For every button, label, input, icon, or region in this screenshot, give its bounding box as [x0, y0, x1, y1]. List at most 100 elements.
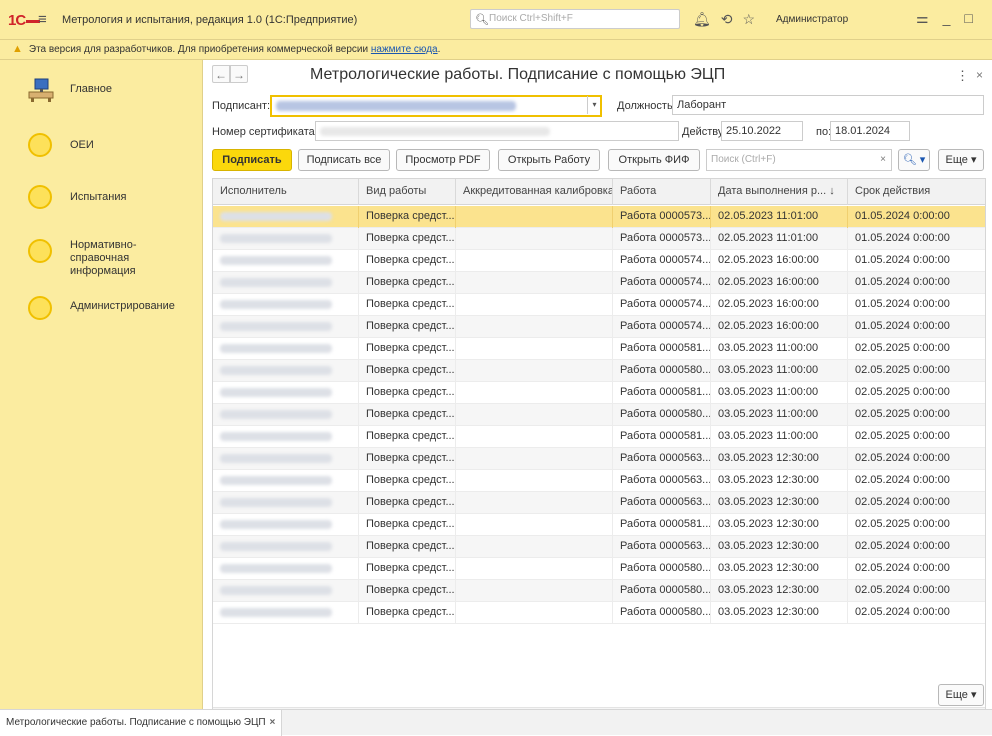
table-row[interactable]: Поверка средст... Работа 0000563... 03.05.… [213, 536, 985, 558]
table-row[interactable]: Поверка средст... Работа 0000563... 03.05.… [213, 470, 985, 492]
back-arrow-icon[interactable]: ← [212, 65, 230, 83]
cell-work-type: Поверка средст... [359, 316, 456, 338]
cell-accredited [456, 228, 613, 250]
column-valid[interactable]: Срок действия [848, 179, 985, 205]
executor-redacted [220, 607, 332, 617]
home-desk-icon [28, 78, 54, 102]
open-fif-button[interactable]: Открыть ФИФ [608, 149, 700, 171]
sidebar-item-label: Главное [70, 83, 113, 95]
cell-date: 03.05.2023 11:00:00 [711, 360, 848, 382]
column-executor[interactable]: Исполнитель [213, 179, 359, 205]
forward-arrow-icon[interactable]: → [230, 65, 248, 83]
cell-work-type: Поверка средст... [359, 426, 456, 448]
executor-redacted [220, 299, 332, 309]
signer-field[interactable] [270, 95, 602, 117]
more-button[interactable]: Еще ▾ [938, 149, 984, 171]
table-row[interactable]: Поверка средст... Работа 0000573... 02.05.… [213, 206, 985, 228]
table-row[interactable]: Поверка средст... Работа 0000574... 02.05.… [213, 316, 985, 338]
column-accredited[interactable]: Аккредитованная калибровка [456, 179, 613, 205]
cell-accredited [456, 404, 613, 426]
table-search-input[interactable]: Поиск (Ctrl+F) [706, 149, 892, 171]
bell-icon[interactable]: 🔔︎ [693, 11, 711, 27]
table-row[interactable]: Поверка средст... Работа 0000580... 03.05.… [213, 580, 985, 602]
cell-valid: 02.05.2024 0:00:00 [855, 474, 950, 486]
current-user[interactable]: Администратор [776, 14, 848, 25]
maximize-icon[interactable]: □ [964, 10, 972, 26]
open-window-tab[interactable]: Метрологические работы. Подписание с пом… [0, 710, 283, 736]
cell-executor [213, 470, 359, 492]
table-row[interactable]: Поверка средст... Работа 0000581... 03.05.… [213, 338, 985, 360]
more-bottom-button[interactable]: Еще ▾ [938, 684, 984, 706]
table-row[interactable]: Поверка средст... Работа 0000581... 03.05.… [213, 426, 985, 448]
column-date[interactable]: Дата выполнения р... ↓ [711, 179, 848, 205]
cell-executor [213, 360, 359, 382]
section-circle-icon [28, 185, 52, 209]
sidebar-item-admin[interactable]: Администрирование [0, 292, 203, 332]
table-row[interactable]: Поверка средст... Работа 0000580... 03.05.… [213, 404, 985, 426]
column-work[interactable]: Работа [613, 179, 711, 205]
cell-date: 03.05.2023 12:30:00 [711, 514, 848, 536]
section-circle-icon [28, 239, 52, 263]
cell-work: Работа 0000574... [613, 272, 711, 294]
form-menu-icon[interactable]: ⋮ [956, 68, 969, 84]
cell-work: Работа 0000563... [613, 492, 711, 514]
tab-close-icon[interactable]: × [270, 717, 276, 728]
table-row[interactable]: Поверка средст... Работа 0000580... 03.05.… [213, 558, 985, 580]
valid-from-field[interactable]: 25.10.2022 [721, 121, 803, 141]
sign-all-button[interactable]: Подписать все [298, 149, 390, 171]
valid-to-field[interactable]: 18.01.2024 [830, 121, 910, 141]
cell-work: Работа 0000574... [613, 294, 711, 316]
table-row[interactable]: Поверка средст... Работа 0000573... 02.05.… [213, 228, 985, 250]
table-row[interactable]: Поверка средст... Работа 0000574... 02.05.… [213, 272, 985, 294]
table-header: Исполнитель Вид работы Аккредитованная к… [213, 179, 985, 205]
clear-search-icon[interactable]: × [874, 149, 892, 171]
table-row[interactable]: Поверка средст... Работа 0000574... 02.05.… [213, 294, 985, 316]
chevron-down-icon[interactable]: ▾ [587, 96, 601, 114]
sidebar-item-oei[interactable]: ОЕИ [0, 128, 203, 168]
history-icon[interactable]: ⟲ [721, 11, 733, 27]
form-close-icon[interactable]: × [976, 68, 983, 82]
position-field[interactable]: Лаборант [672, 95, 984, 115]
cell-work: Работа 0000573... [613, 228, 711, 250]
star-icon[interactable]: ☆ [743, 11, 756, 27]
sidebar-item-reference[interactable]: Нормативно-справочная информация [0, 236, 203, 277]
sign-button[interactable]: Подписать [212, 149, 292, 171]
cell-work-type: Поверка средст... [359, 250, 456, 272]
executor-redacted [220, 585, 332, 595]
executor-redacted [220, 233, 332, 243]
cell-date: 03.05.2023 11:00:00 [711, 338, 848, 360]
executor-redacted [220, 497, 332, 507]
app-logo[interactable]: 1С [8, 12, 41, 29]
open-work-button[interactable]: Открыть Работу [498, 149, 600, 171]
minimize-icon[interactable]: _ [943, 10, 951, 26]
sidebar-item-tests[interactable]: Испытания [0, 180, 203, 220]
table-row[interactable]: Поверка средст... Работа 0000563... 03.05.… [213, 448, 985, 470]
sidebar-item-label: Нормативно-справочная информация [70, 239, 137, 277]
table-row[interactable]: Поверка средст... Работа 0000580... 03.05.… [213, 360, 985, 382]
cert-field[interactable] [315, 121, 679, 141]
settings-menu-icon[interactable]: ⚌ [916, 10, 929, 26]
sidebar-item-main[interactable]: Главное [0, 70, 203, 110]
table-row[interactable]: Поверка средст... Работа 0000581... 03.05.… [213, 382, 985, 404]
column-work-type[interactable]: Вид работы [359, 179, 456, 205]
warning-text: Эта версия для разработчиков. Для приобр… [28, 44, 369, 55]
cell-date: 02.05.2023 11:01:00 [711, 206, 848, 228]
cell-work: Работа 0000574... [613, 316, 711, 338]
purchase-link[interactable]: нажмите сюда [371, 44, 438, 55]
global-search-input[interactable]: 🔍︎ Поиск Ctrl+Shift+F [470, 9, 680, 29]
executor-redacted [220, 343, 332, 353]
cell-work: Работа 0000581... [613, 514, 711, 536]
cell-valid: 02.05.2025 0:00:00 [855, 386, 950, 398]
table-row[interactable]: Поверка средст... Работа 0000563... 03.05.… [213, 492, 985, 514]
form-title: Метрологические работы. Подписание с пом… [310, 66, 726, 83]
cell-work-type: Поверка средст... [359, 272, 456, 294]
cell-work: Работа 0000581... [613, 426, 711, 448]
table-row[interactable]: Поверка средст... Работа 0000580... 03.05.… [213, 602, 985, 624]
view-pdf-button[interactable]: Просмотр PDF [396, 149, 490, 171]
table-row[interactable]: Поверка средст... Работа 0000574... 02.05.… [213, 250, 985, 272]
table-row[interactable]: Поверка средст... Работа 0000581... 03.05.… [213, 514, 985, 536]
search-icon: 🔍︎ [475, 14, 489, 26]
search-options-button[interactable]: 🔍︎ ▾ [898, 149, 930, 171]
open-windows-bar: Метрологические работы. Подписание с пом… [0, 709, 992, 736]
main-menu-icon[interactable]: ≡ [38, 11, 47, 28]
